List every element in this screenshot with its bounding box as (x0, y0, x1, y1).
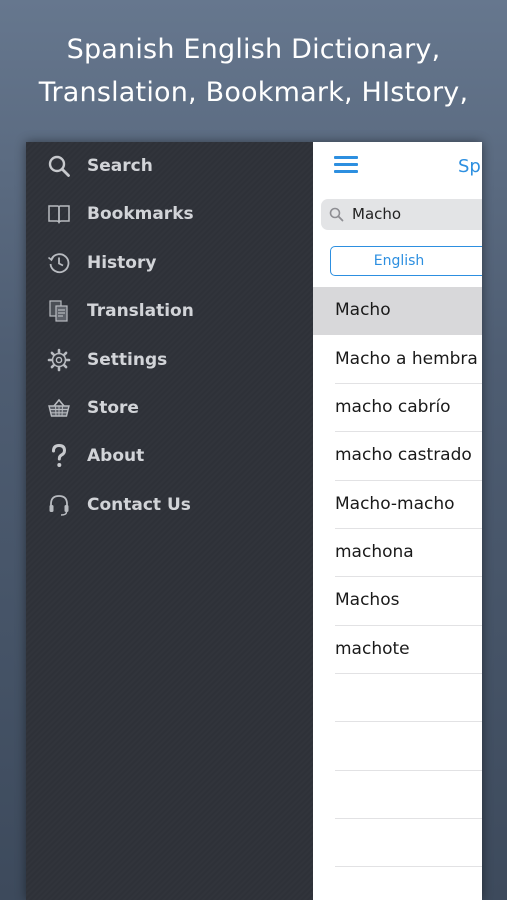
result-text: machote (335, 639, 410, 659)
sidebar-item-translation[interactable]: Translation (26, 289, 313, 333)
sidebar-item-search[interactable]: Search (26, 144, 313, 188)
search-icon (46, 153, 72, 179)
translation-pages-icon (46, 298, 72, 324)
promo-headline: Spanish English Dictionary, Translation,… (0, 28, 507, 114)
search-input[interactable] (352, 203, 482, 225)
result-text: Machos (335, 590, 400, 610)
sidebar-item-label: Store (87, 398, 139, 418)
history-clock-icon (46, 250, 72, 276)
sidebar-item-history[interactable]: History (26, 241, 313, 285)
panel-title: Sp (458, 156, 481, 177)
result-row[interactable]: macho castrado (313, 432, 482, 480)
gear-icon (46, 347, 72, 373)
result-row[interactable]: macho cabrío (313, 384, 482, 432)
book-icon (46, 201, 72, 227)
result-row[interactable]: machote (313, 626, 482, 674)
result-text: Macho-macho (335, 494, 455, 514)
result-text: Macho (335, 300, 391, 320)
question-mark-icon (46, 443, 72, 469)
list-separator (335, 770, 482, 771)
list-separator (335, 818, 482, 819)
result-row[interactable]: Macho a hembra (313, 336, 482, 384)
hamburger-menu-button[interactable] (334, 156, 358, 176)
headset-icon (46, 492, 72, 518)
sidebar-item-label: Bookmarks (87, 204, 194, 224)
search-panel: Sp English Macho Macho a hembra macho ca… (313, 142, 482, 900)
basket-icon (46, 395, 72, 421)
result-row[interactable]: Machos (313, 577, 482, 625)
language-english-button[interactable]: English (330, 246, 482, 276)
headline-line-2: Translation, Bookmark, HIstory, (38, 77, 469, 108)
result-row[interactable]: Macho-macho (313, 481, 482, 529)
result-text: Macho a hembra (335, 349, 478, 369)
sidebar-item-label: Translation (87, 301, 194, 321)
list-separator (335, 866, 482, 867)
sidebar-menu: Search Bookmarks History Translation Set (26, 142, 313, 900)
result-text: machona (335, 542, 414, 562)
headline-line-1: Spanish English Dictionary, (66, 34, 441, 65)
sidebar-item-store[interactable]: Store (26, 386, 313, 430)
sidebar-item-label: Settings (87, 350, 168, 370)
result-text: macho cabrío (335, 397, 451, 417)
sidebar-item-label: About (87, 446, 145, 466)
sidebar-item-settings[interactable]: Settings (26, 338, 313, 382)
search-bar[interactable] (321, 199, 482, 230)
sidebar-item-contact-us[interactable]: Contact Us (26, 483, 313, 527)
list-separator (335, 721, 482, 722)
search-icon (329, 207, 344, 226)
result-row-selected[interactable]: Macho (313, 287, 482, 335)
sidebar-item-label: Search (87, 156, 153, 176)
result-row[interactable]: machona (313, 529, 482, 577)
sidebar-item-bookmarks[interactable]: Bookmarks (26, 192, 313, 236)
list-separator (335, 673, 482, 674)
result-text: macho castrado (335, 445, 472, 465)
app-screen: Search Bookmarks History Translation Set (26, 142, 482, 900)
sidebar-item-label: Contact Us (87, 495, 191, 515)
sidebar-item-about[interactable]: About (26, 434, 313, 478)
sidebar-item-label: History (87, 253, 157, 273)
